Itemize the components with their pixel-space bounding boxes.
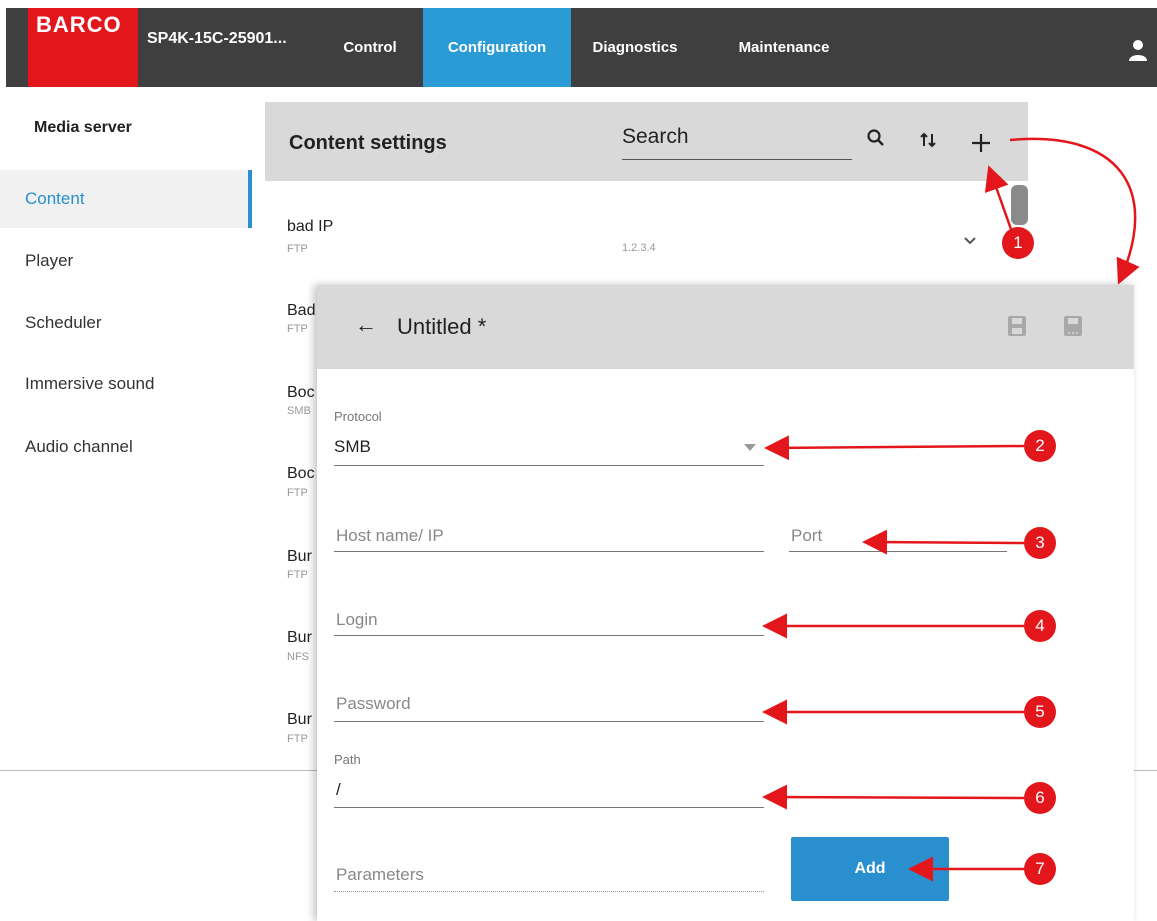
add-icon[interactable] [970,132,992,154]
scrollbar[interactable] [1011,185,1028,225]
callout-badge-5: 5 [1024,696,1056,728]
sidebar-item-label: Scheduler [25,313,102,332]
port-underline [789,551,1007,552]
callout-badge-3: 3 [1024,527,1056,559]
callout-badge-4: 4 [1024,610,1056,642]
list-item-title[interactable]: Boc [287,465,315,483]
login-field[interactable]: Login [336,610,378,630]
list-item-address: 1.2.3.4 [622,242,656,254]
callout-badge-6: 6 [1024,782,1056,814]
callout-badge-2: 2 [1024,430,1056,462]
dialog-title: Untitled * [397,314,487,339]
protocol-underline [334,465,764,466]
content-settings-title: Content settings [289,132,447,154]
list-item-protocol: FTP [287,243,308,255]
list-item-title[interactable]: Bur [287,629,312,647]
save-icon[interactable] [1007,315,1027,337]
user-icon[interactable] [1128,38,1148,62]
list-item-title[interactable]: bad IP [287,218,333,236]
logo-text: BARCO [36,12,122,37]
sidebar-item-audio-channel[interactable]: Audio channel [0,418,252,476]
path-underline [334,807,764,808]
screen: BARCO SP4K-15C-25901... Control Configur… [0,0,1157,921]
tab-diagnostics[interactable]: Diagnostics [580,8,690,87]
back-arrow-icon[interactable]: ← [355,312,377,338]
list-item-protocol: FTP [287,323,308,335]
sidebar-item-label: Immersive sound [25,374,155,393]
chevron-down-icon[interactable] [744,444,756,451]
login-underline [334,635,764,636]
protocol-label: Protocol [334,409,382,424]
search-icon[interactable] [866,128,886,148]
add-content-dialog: ← Untitled * Protocol SMB Host name/ IP … [317,285,1134,921]
list-item-protocol: FTP [287,569,308,581]
add-button[interactable]: Add [791,837,949,901]
sidebar-item-label: Content [25,189,85,208]
chevron-down-icon[interactable] [963,236,977,246]
protocol-select[interactable]: SMB [334,437,371,457]
parameters-field[interactable]: Parameters [336,865,424,885]
tab-maintenance[interactable]: Maintenance [728,8,840,87]
sidebar-item-scheduler[interactable]: Scheduler [0,294,252,352]
host-underline [334,551,764,552]
parameters-underline [334,891,764,892]
save-as-icon[interactable] [1063,315,1083,337]
sidebar-item-immersive-sound[interactable]: Immersive sound [0,355,252,413]
list-item-protocol: FTP [287,733,308,745]
search-input[interactable]: Search [622,125,852,160]
list-item-title[interactable]: Bur [287,711,312,729]
sidebar-heading: Media server [34,119,132,136]
list-item-title[interactable]: Boc [287,384,315,402]
list-item-protocol: FTP [287,487,308,499]
device-name: SP4K-15C-25901... [147,30,287,47]
tab-configuration[interactable]: Configuration [423,8,571,87]
sidebar-item-content[interactable]: Content [0,170,252,228]
port-field[interactable]: Port [791,526,822,546]
sidebar-item-label: Player [25,251,74,270]
sort-icon[interactable] [918,130,938,150]
callout-badge-1: 1 [1002,227,1034,259]
path-field[interactable]: / [336,780,341,800]
password-field[interactable]: Password [336,694,411,714]
list-item-title[interactable]: Bur [287,548,312,566]
tab-control[interactable]: Control [330,8,410,87]
password-underline [334,721,764,722]
sidebar-item-player[interactable]: Player [0,232,252,290]
path-label: Path [334,752,361,767]
list-item-protocol: NFS [287,651,309,663]
sidebar-item-label: Audio channel [25,437,133,456]
callout-badge-7: 7 [1024,853,1056,885]
list-item-title[interactable]: Bad [287,302,315,320]
host-field[interactable]: Host name/ IP [336,526,444,546]
list-item-protocol: SMB [287,405,311,417]
